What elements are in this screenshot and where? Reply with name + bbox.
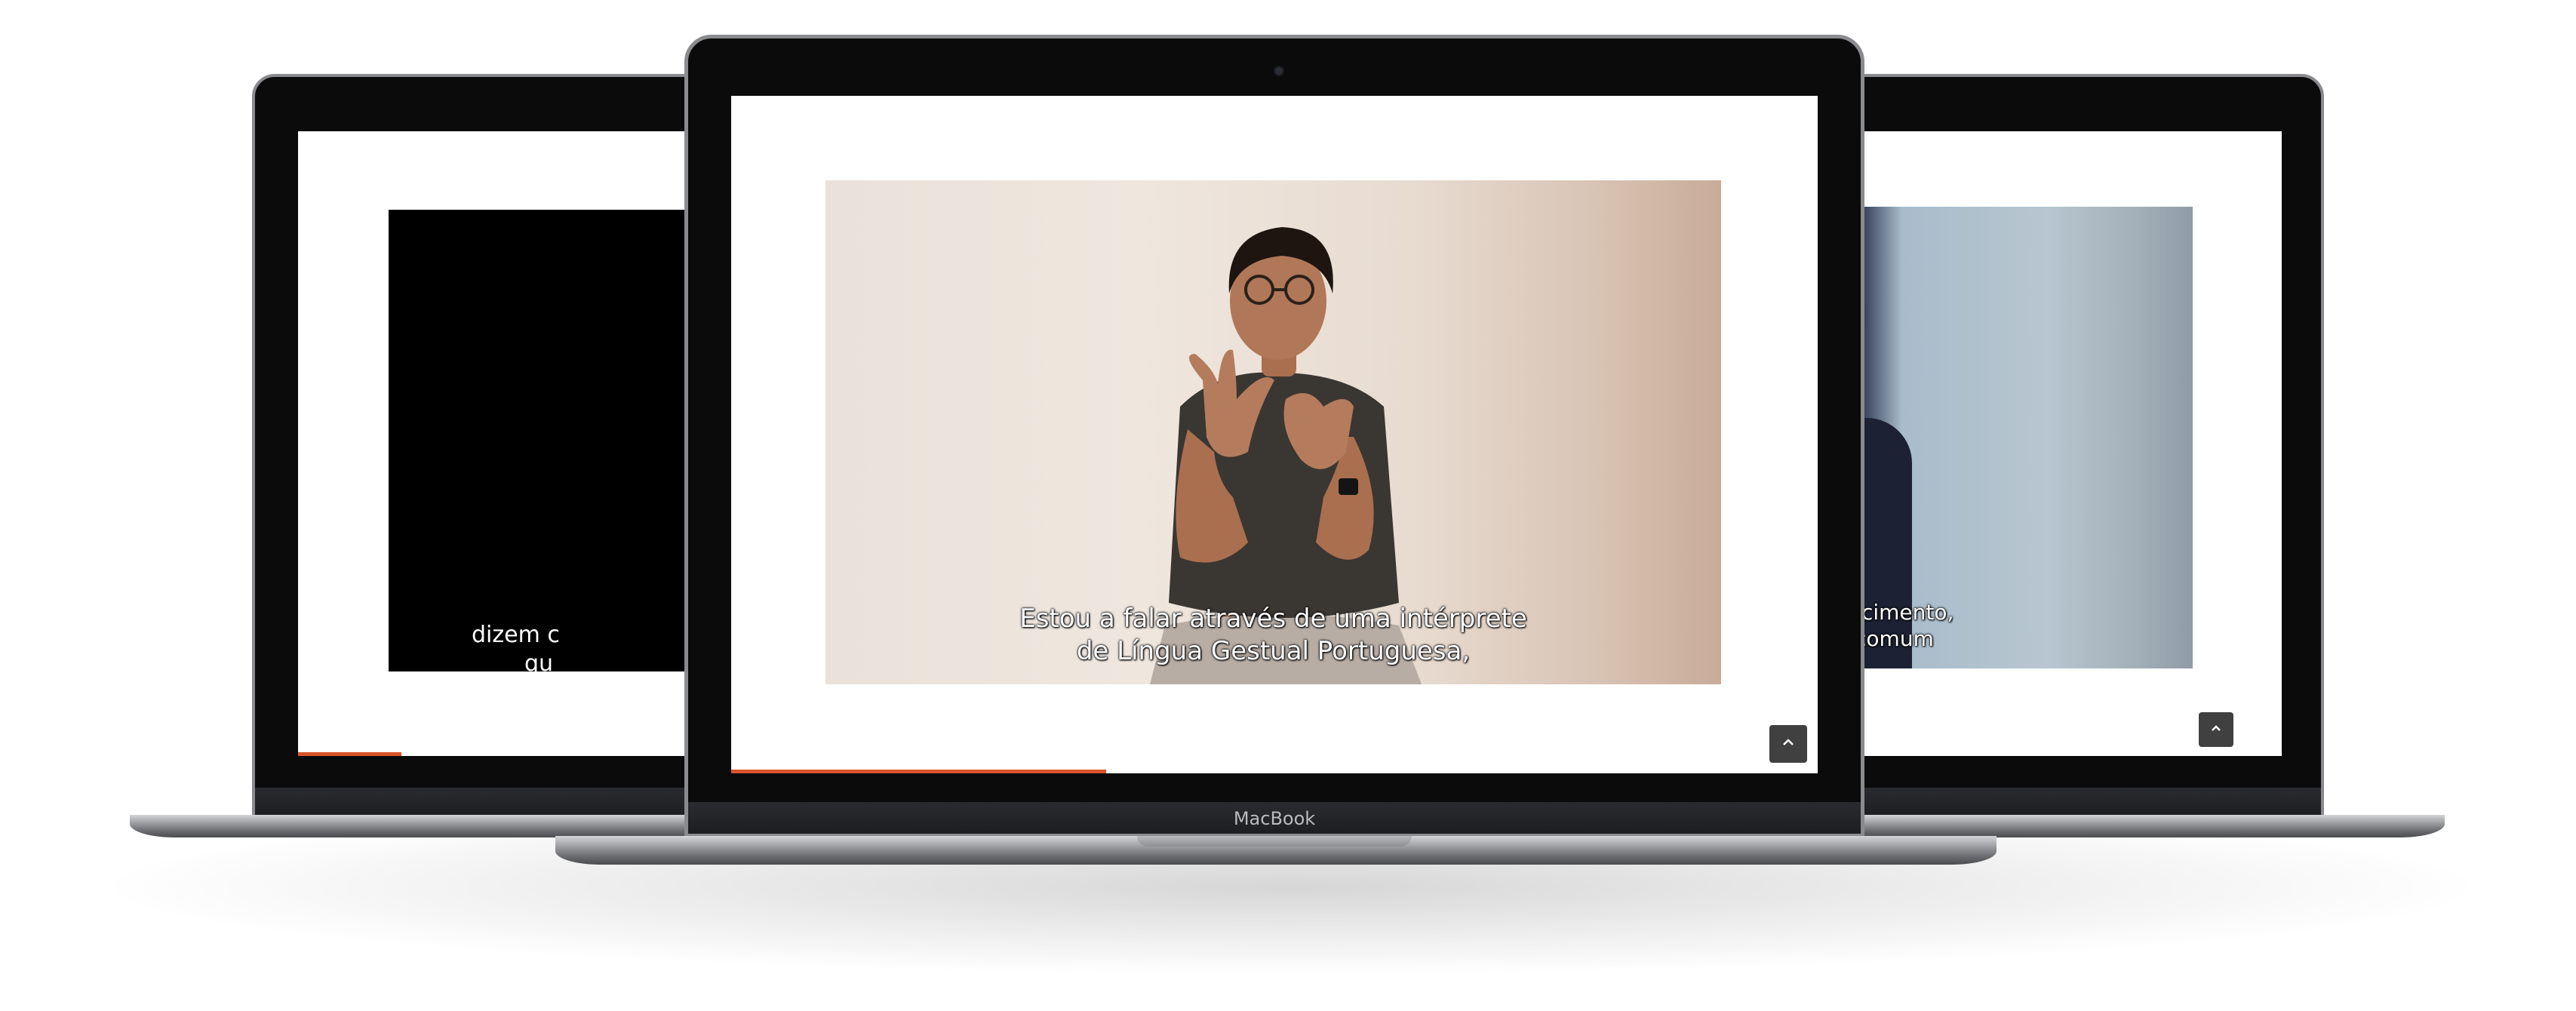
mockup-stage: dizem c qu hecimento, o comum Estou a fa… <box>0 0 2576 1011</box>
right-laptop-screen: hecimento, o comum <box>1829 131 2282 756</box>
left-laptop-screen: dizem c qu <box>298 131 751 756</box>
left-progress-bar <box>298 752 401 756</box>
center-subtitle: Estou a falar através de uma intérprete … <box>825 603 1721 667</box>
right-video-player[interactable]: hecimento, o comum <box>1829 207 2193 668</box>
center-progress-bar <box>731 770 1106 773</box>
right-scroll-top-button[interactable] <box>2199 712 2233 747</box>
center-laptop-hinge: MacBook <box>688 802 1861 834</box>
center-video-player[interactable]: Estou a falar através de uma intérprete … <box>825 180 1721 684</box>
right-laptop-hinge <box>1829 788 2321 816</box>
center-laptop-opening-notch <box>1137 836 1412 847</box>
center-subtitle-line-1: Estou a falar através de uma intérprete <box>1019 604 1527 634</box>
chevron-up-icon <box>2210 723 2222 736</box>
brand-label: MacBook <box>1233 808 1316 829</box>
center-laptop-screen: Estou a falar através de uma intérprete … <box>731 96 1818 773</box>
center-scroll-top-button[interactable] <box>1769 725 1807 763</box>
left-laptop-hinge <box>255 788 709 816</box>
chevron-up-icon <box>1781 737 1795 751</box>
left-laptop-lid: dizem c qu <box>252 74 751 819</box>
center-laptop-lid: Estou a falar através de uma intérprete … <box>684 35 1864 837</box>
center-subtitle-line-2: de Língua Gestual Portuguesa, <box>1076 635 1471 666</box>
right-laptop-lid: hecimento, o comum <box>1826 74 2324 819</box>
camera-dot-icon <box>1274 66 1284 76</box>
